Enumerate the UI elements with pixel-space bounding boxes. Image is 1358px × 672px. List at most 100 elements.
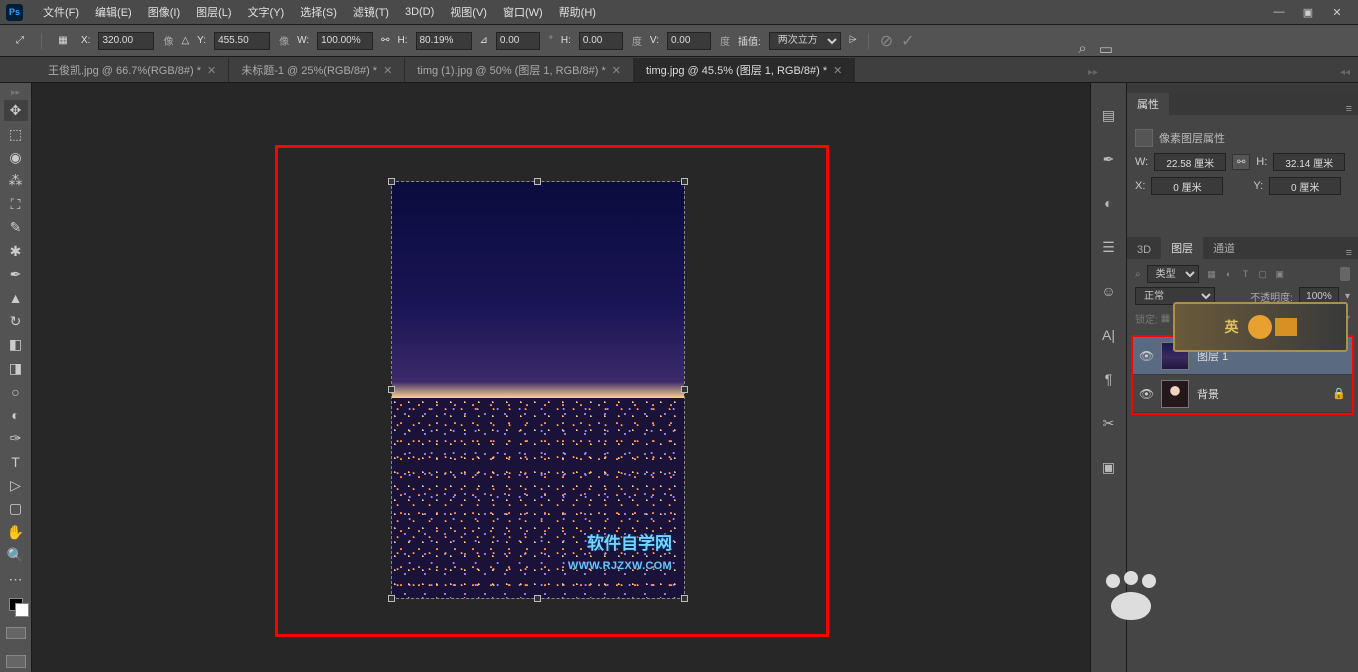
transform-handle[interactable]	[681, 595, 688, 602]
history-panel-icon[interactable]: ▤	[1097, 103, 1121, 127]
transform-handle[interactable]	[388, 595, 395, 602]
transform-handle[interactable]	[534, 178, 541, 185]
layer-name[interactable]: 背景	[1197, 386, 1219, 402]
blur-tool[interactable]: ○	[4, 381, 28, 402]
tab-3d[interactable]: 3D	[1127, 241, 1161, 259]
layer-thumbnail[interactable]	[1161, 380, 1189, 408]
document-tab-4[interactable]: timg.jpg @ 45.5% (图层 1, RGB/8#) *✕	[634, 58, 855, 82]
path-select-tool[interactable]: ▷	[4, 475, 28, 496]
menu-filter[interactable]: 滤镜(T)	[345, 4, 397, 20]
document-tab-2[interactable]: 未标题-1 @ 25%(RGB/8#) *✕	[229, 58, 405, 82]
dodge-tool[interactable]: ◐	[4, 404, 28, 425]
prop-h-input[interactable]	[1273, 153, 1345, 171]
edit-toolbar[interactable]: ⋯	[4, 568, 28, 589]
adjustments-panel-icon[interactable]: ◐	[1097, 191, 1121, 215]
move-tool[interactable]: ✥	[4, 100, 28, 121]
layer-item-2[interactable]: 👁 背景 🔒	[1133, 375, 1352, 413]
prop-y-input[interactable]	[1269, 177, 1341, 195]
transform-handle[interactable]	[388, 178, 395, 185]
magic-wand-tool[interactable]: ⁂	[4, 170, 28, 191]
menu-layer[interactable]: 图层(L)	[188, 4, 239, 20]
menu-image[interactable]: 图像(I)	[140, 4, 188, 20]
filter-pixel-icon[interactable]: ▦	[1205, 267, 1219, 281]
commit-transform-icon[interactable]: ✓	[901, 31, 914, 51]
layer-filter-select[interactable]: 类型	[1147, 265, 1199, 283]
type-tool[interactable]: T	[4, 451, 28, 472]
minimize-button[interactable]: —	[1272, 5, 1286, 19]
menu-select[interactable]: 选择(S)	[292, 4, 345, 20]
tab-layers[interactable]: 图层	[1161, 237, 1203, 259]
screenmode-toggle[interactable]	[6, 655, 26, 668]
spot-heal-tool[interactable]: ✱	[4, 241, 28, 262]
crop-tool[interactable]: ⛶	[4, 194, 28, 215]
profile-panel-icon[interactable]: ☺	[1097, 279, 1121, 303]
transform-handle[interactable]	[534, 595, 541, 602]
panel-menu-icon[interactable]: ≡	[1340, 103, 1358, 115]
w-input[interactable]	[317, 32, 373, 50]
menu-view[interactable]: 视图(V)	[442, 4, 495, 20]
brush-tool[interactable]: ✒	[4, 264, 28, 285]
reference-point-icon[interactable]: ▦	[53, 31, 73, 51]
foreground-color[interactable]	[9, 598, 23, 611]
y-input[interactable]	[214, 32, 270, 50]
filter-type-icon[interactable]: T	[1239, 267, 1253, 281]
search-icon[interactable]: ⌕	[1078, 40, 1086, 58]
collapse-dock-icon[interactable]: ▸▸	[1088, 67, 1098, 78]
transform-handle[interactable]	[681, 178, 688, 185]
visibility-toggle-icon[interactable]: 👁	[1139, 349, 1153, 363]
close-tab-icon[interactable]: ✕	[383, 64, 392, 77]
interp-select[interactable]: 两次立方	[769, 32, 841, 50]
close-button[interactable]: ✕	[1330, 5, 1344, 19]
pen-tool[interactable]: ✑	[4, 428, 28, 449]
menu-edit[interactable]: 编辑(E)	[87, 4, 140, 20]
menu-help[interactable]: 帮助(H)	[551, 4, 604, 20]
filter-shape-icon[interactable]: ▢	[1256, 267, 1270, 281]
lasso-tool[interactable]: ◉	[4, 147, 28, 168]
workspace-icon[interactable]: ▭	[1099, 40, 1113, 58]
skew-v-input[interactable]	[667, 32, 711, 50]
tab-channels[interactable]: 通道	[1203, 237, 1245, 259]
document-tab-3[interactable]: timg (1).jpg @ 50% (图层 1, RGB/8#) *✕	[405, 58, 634, 82]
transform-bounding-box[interactable]: 软件自学网 WWW.RJZXW.COM	[392, 182, 684, 598]
close-tab-icon[interactable]: ✕	[833, 64, 842, 77]
x-input[interactable]	[98, 32, 154, 50]
transform-handle[interactable]	[388, 386, 395, 393]
link-wh-icon[interactable]: ⚯	[1232, 154, 1250, 170]
h-input[interactable]	[416, 32, 472, 50]
paragraph-panel-icon[interactable]: ¶	[1097, 367, 1121, 391]
document-tab-1[interactable]: 王俊凯.jpg @ 66.7%(RGB/8#) *✕	[36, 58, 229, 82]
menu-file[interactable]: 文件(F)	[35, 4, 87, 20]
libraries-panel-icon[interactable]: ▣	[1097, 455, 1121, 479]
shape-tool[interactable]: ▢	[4, 498, 28, 519]
gradient-tool[interactable]: ◨	[4, 358, 28, 379]
eyedropper-tool[interactable]: ✎	[4, 217, 28, 238]
styles-panel-icon[interactable]: ☰	[1097, 235, 1121, 259]
hand-tool[interactable]: ✋	[4, 522, 28, 543]
canvas[interactable]: 软件自学网 WWW.RJZXW.COM	[32, 83, 1090, 672]
maximize-button[interactable]: ▣	[1301, 5, 1315, 19]
quickmask-toggle[interactable]	[6, 627, 26, 640]
close-tab-icon[interactable]: ✕	[207, 64, 216, 77]
background-color[interactable]	[15, 603, 29, 617]
warp-icon[interactable]: ⩥	[849, 35, 857, 46]
transform-handle[interactable]	[681, 386, 688, 393]
prop-w-input[interactable]	[1154, 153, 1226, 171]
collapse-tools-icon[interactable]: ▸▸	[4, 87, 28, 98]
menu-3d[interactable]: 3D(D)	[397, 6, 442, 18]
clone-stamp-tool[interactable]: ▲	[4, 287, 28, 308]
filter-adjust-icon[interactable]: ◐	[1222, 267, 1236, 281]
prop-x-input[interactable]	[1151, 177, 1223, 195]
history-brush-tool[interactable]: ↻	[4, 311, 28, 332]
expand-dock-icon[interactable]: ◂◂	[1340, 67, 1350, 78]
angle-input[interactable]	[496, 32, 540, 50]
eraser-tool[interactable]: ◧	[4, 334, 28, 355]
character-panel-icon[interactable]: A|	[1097, 323, 1121, 347]
visibility-toggle-icon[interactable]: 👁	[1139, 387, 1153, 401]
zoom-tool[interactable]: 🔍	[4, 545, 28, 566]
tool-presets-icon[interactable]: ✂	[1097, 411, 1121, 435]
menu-type[interactable]: 文字(Y)	[240, 4, 293, 20]
menu-window[interactable]: 窗口(W)	[495, 4, 551, 20]
skew-h-input[interactable]	[579, 32, 623, 50]
close-tab-icon[interactable]: ✕	[612, 64, 621, 77]
panel-menu-icon[interactable]: ≡	[1340, 247, 1358, 259]
